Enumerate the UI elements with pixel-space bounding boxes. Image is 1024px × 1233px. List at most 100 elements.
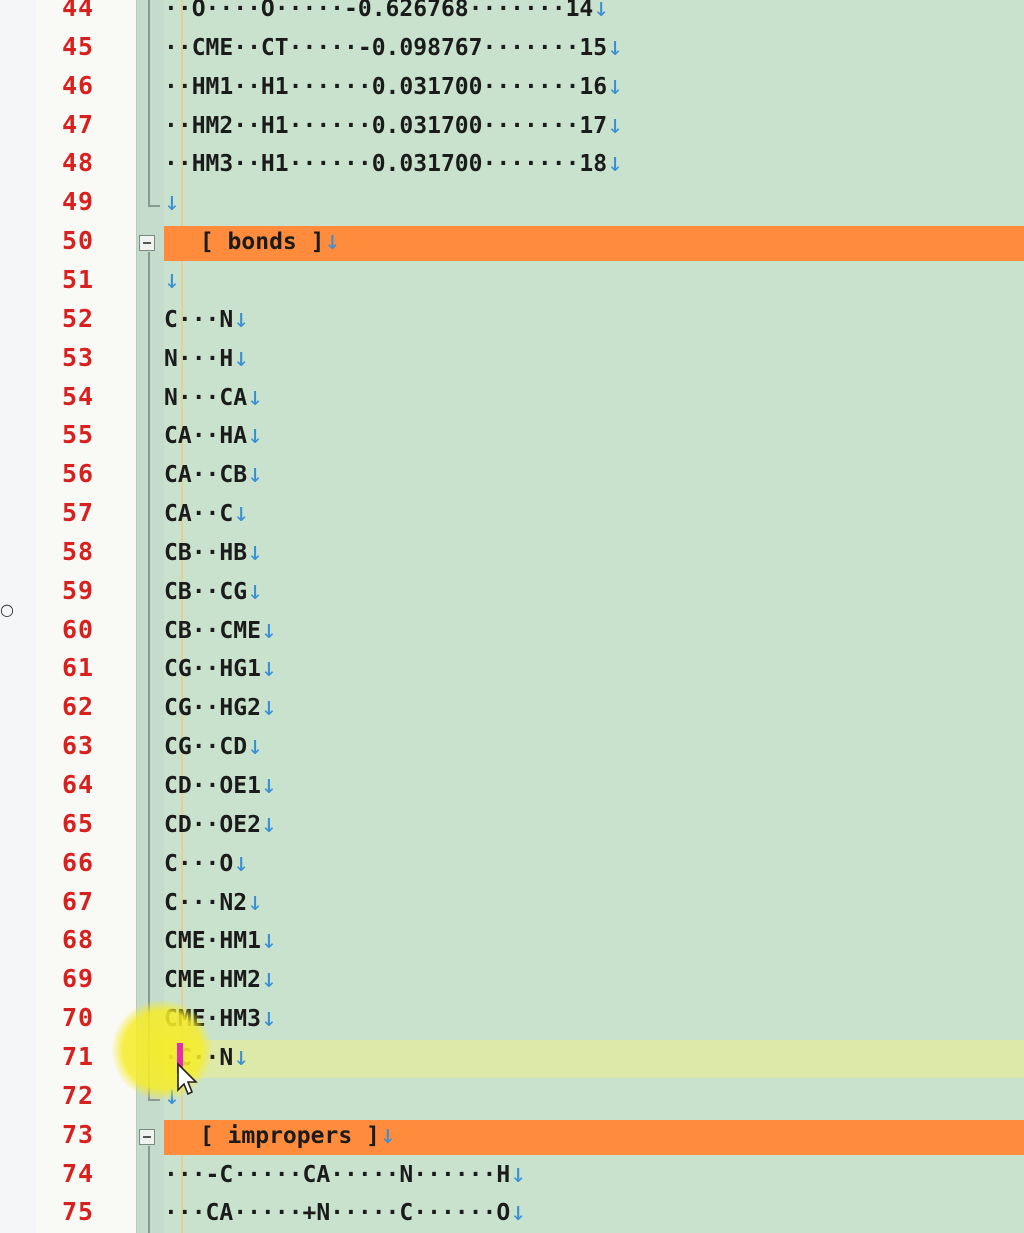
section-header-line[interactable]: 50 [ bonds ]↓ — [36, 224, 1024, 263]
code-line[interactable]: 54 N···CA↓ — [36, 380, 1024, 419]
code-line[interactable]: 49 ↓ — [36, 185, 1024, 224]
code-editor[interactable]: ○ 44 ··O····O·····-0.626768·······14↓ 45 ··… — [0, 0, 1024, 1233]
eol-marker-icon: ↓ — [247, 420, 263, 451]
eol-marker-icon: ↓ — [247, 381, 263, 412]
code-line[interactable]: 57 CA··C↓ — [36, 496, 1024, 535]
code-line[interactable]: 65 CD··OE2↓ — [36, 807, 1024, 846]
section-header-bar: [ impropers ]↓ — [164, 1119, 1024, 1155]
line-number: 74 — [62, 1158, 95, 1188]
code-line[interactable]: 55 CA··HA↓ — [36, 418, 1024, 457]
line-text: ··HM3··H1······0.031700·······18↓ — [164, 148, 623, 179]
eol-marker-icon: ↓ — [260, 770, 277, 800]
code-line[interactable]: 53 N···H↓ — [36, 341, 1024, 380]
line-text: CA··HA↓ — [164, 420, 263, 451]
line-number: 66 — [62, 847, 95, 877]
eol-marker-icon: ↓ — [164, 264, 180, 295]
line-text: CD··OE1↓ — [164, 770, 277, 800]
line-number: 47 — [62, 109, 95, 139]
line-number: 50 — [62, 226, 95, 256]
line-number: 65 — [62, 808, 95, 838]
line-text: CA··C↓ — [164, 498, 249, 529]
line-number: 61 — [62, 653, 95, 683]
line-number: 56 — [62, 459, 95, 489]
eol-marker-icon: ↓ — [247, 459, 263, 490]
line-number: 48 — [62, 148, 95, 178]
line-text: C···N↓ — [164, 303, 249, 334]
eol-marker-icon: ↓ — [233, 1041, 249, 1072]
section-header-line[interactable]: 73 [ impropers ]↓ — [36, 1118, 1024, 1157]
eol-marker-icon: ↓ — [233, 498, 249, 529]
code-line[interactable]: 59 CB··CG↓ — [36, 574, 1024, 613]
line-text: ··HM2··H1······0.031700·······17↓ — [164, 109, 623, 140]
eol-marker-icon: ↓ — [324, 226, 341, 257]
line-text: CG··CD↓ — [164, 731, 263, 762]
line-text: ··HM1··H1······0.031700·······16↓ — [164, 70, 623, 101]
code-line[interactable]: 61 CG··HG1↓ — [36, 651, 1024, 690]
line-number: 52 — [62, 303, 95, 333]
code-line[interactable]: 69 CME·HM2↓ — [36, 962, 1024, 1001]
eol-marker-icon: ↓ — [607, 31, 623, 62]
code-line[interactable]: 75 ···CA·····+N·····C······O↓ — [36, 1195, 1024, 1233]
code-line[interactable]: 66 C···O↓ — [36, 846, 1024, 885]
code-line[interactable]: 47 ··HM2··H1······0.031700·······17↓ — [36, 108, 1024, 147]
eol-marker-icon: ↓ — [260, 925, 277, 956]
code-line[interactable]: 60 CB··CME↓ — [36, 613, 1024, 652]
line-text: CG··HG1↓ — [164, 653, 277, 684]
code-line[interactable]: 62 CG··HG2↓ — [36, 690, 1024, 729]
fold-range-line — [148, 252, 150, 1099]
line-number: 45 — [62, 31, 95, 61]
code-line[interactable]: 46 ··HM1··H1······0.031700·······16↓ — [36, 69, 1024, 108]
eol-marker-icon: ↓ — [233, 847, 249, 878]
line-number: 71 — [62, 1041, 95, 1071]
code-line[interactable]: 44 ··O····O·····-0.626768·······14↓ — [36, 0, 1024, 30]
line-text: CG··HG2↓ — [164, 692, 277, 723]
line-number: 73 — [62, 1119, 95, 1149]
code-line[interactable]: 74 ···-C·····CA·····N······H↓ — [36, 1157, 1024, 1196]
code-line[interactable]: 56 CA··CB↓ — [36, 457, 1024, 496]
code-line[interactable]: 58 CB··HB↓ — [36, 535, 1024, 574]
eol-marker-icon: ↓ — [510, 1197, 526, 1228]
side-panel-strip: ○ — [0, 0, 37, 1233]
section-header-bar: [ bonds ]↓ — [164, 226, 1024, 262]
line-number: 46 — [62, 70, 95, 100]
line-text: ··O····O·····-0.626768·······14↓ — [164, 0, 609, 23]
fold-range-line — [148, 0, 150, 206]
line-number: 55 — [62, 420, 95, 450]
eol-marker-icon: ↓ — [247, 731, 263, 762]
line-number: 49 — [62, 187, 95, 217]
code-line[interactable]: 67 C···N2↓ — [36, 885, 1024, 924]
code-line[interactable]: 45 ··CME··CT·····-0.098767·······15↓ — [36, 30, 1024, 69]
line-number: 44 — [62, 0, 95, 22]
eol-marker-icon: ↓ — [247, 575, 263, 606]
line-number: 75 — [62, 1197, 95, 1227]
line-number: 62 — [62, 692, 95, 722]
line-number: 64 — [62, 770, 95, 799]
fold-toggle-icon[interactable] — [139, 1128, 155, 1145]
line-text: ↓ — [164, 265, 180, 295]
fold-toggle-icon[interactable] — [139, 235, 155, 252]
eol-marker-icon: ↓ — [260, 964, 277, 995]
code-line[interactable]: 63 CG··CD↓ — [36, 729, 1024, 768]
line-text: CB··CG↓ — [164, 575, 263, 606]
eol-marker-icon: ↓ — [607, 70, 623, 101]
line-number: 59 — [62, 575, 95, 605]
line-number: 54 — [62, 381, 95, 411]
line-number: 57 — [62, 498, 95, 528]
code-line[interactable]: 51 ↓ — [36, 263, 1024, 302]
eol-marker-icon: ↓ — [593, 0, 609, 23]
code-line[interactable]: 64 CD··OE1↓ — [36, 768, 1024, 807]
line-text: CA··CB↓ — [164, 459, 263, 490]
line-number: 60 — [62, 614, 95, 644]
code-line[interactable]: 68 CME·HM1↓ — [36, 923, 1024, 962]
line-text: CME·HM2↓ — [164, 964, 277, 995]
line-text: ↓ — [164, 187, 180, 217]
line-number: 69 — [62, 964, 95, 994]
line-number: 70 — [62, 1003, 95, 1033]
line-text: CD··OE2↓ — [164, 808, 277, 839]
line-number: 68 — [62, 925, 95, 955]
code-line[interactable]: 52 C···N↓ — [36, 302, 1024, 341]
eol-marker-icon: ↓ — [247, 536, 263, 567]
code-line[interactable]: 48 ··HM3··H1······0.031700·······18↓ — [36, 146, 1024, 185]
line-text: CME·HM1↓ — [164, 925, 277, 956]
eol-marker-icon: ↓ — [607, 148, 623, 179]
